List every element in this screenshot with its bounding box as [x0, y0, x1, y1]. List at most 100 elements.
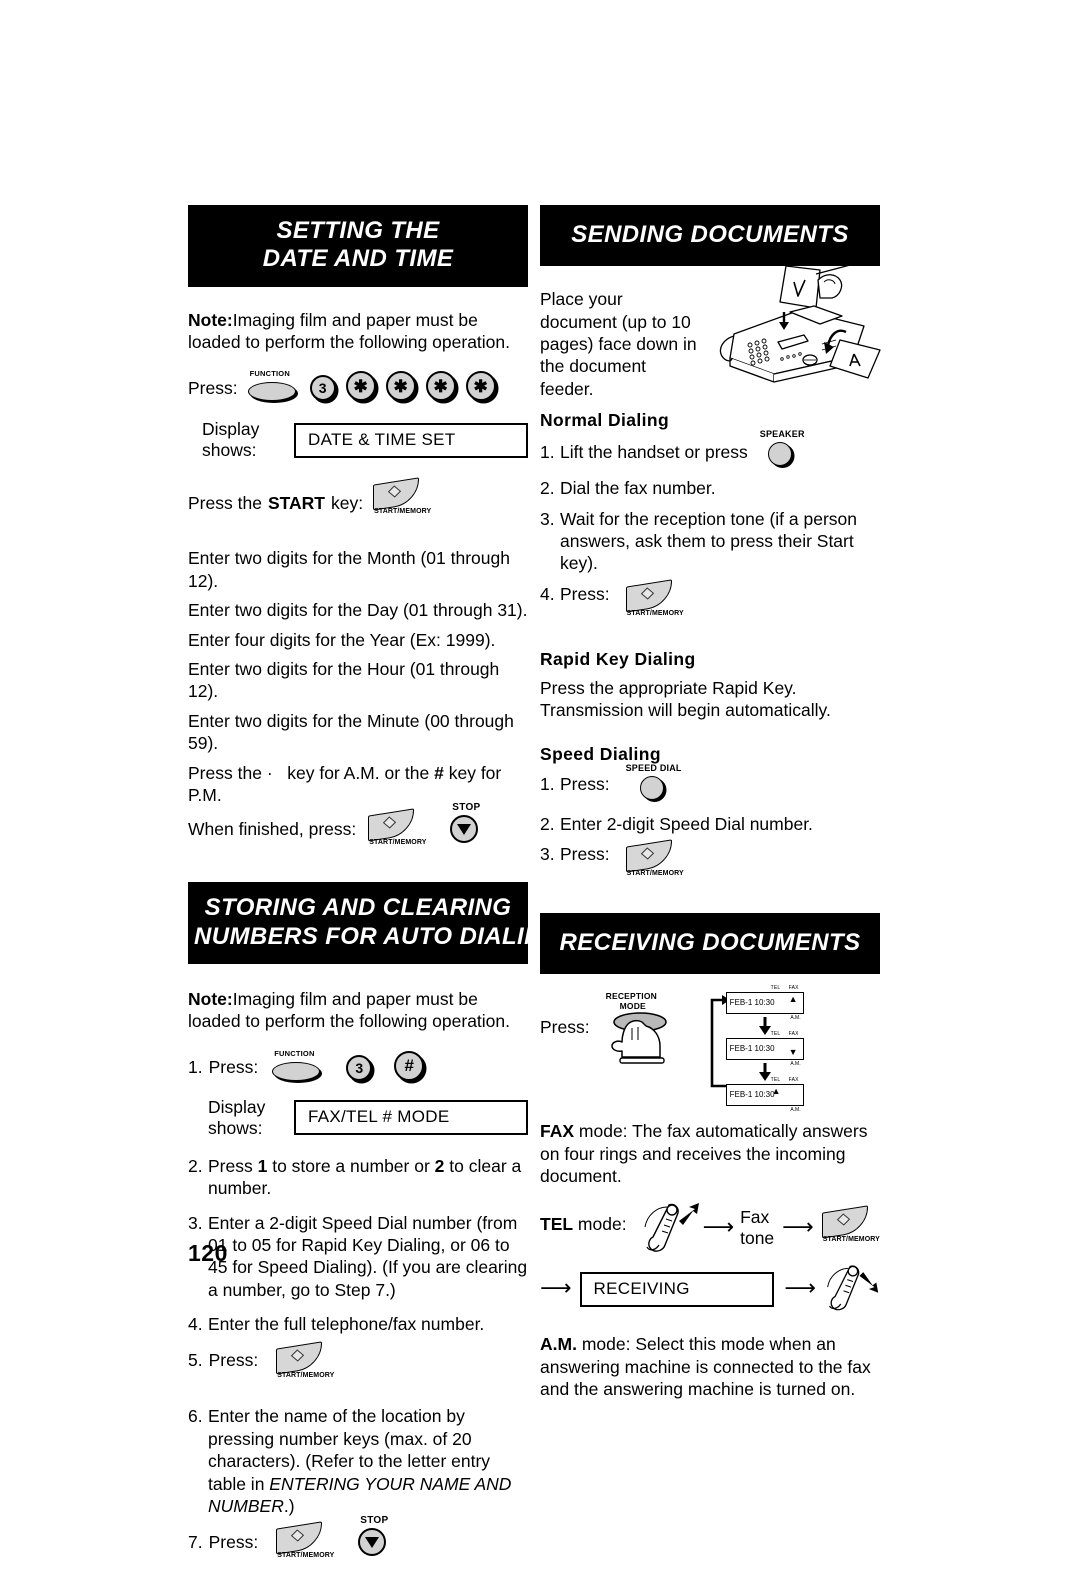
start-memory-key-5[interactable]: START/MEMORY [625, 579, 684, 627]
step-3-label: Press: [560, 844, 610, 864]
lcd-mode-marker-tel: ▲ [771, 1086, 781, 1097]
stop-key-triangle-icon [358, 1528, 387, 1557]
start-memory-key-3[interactable]: START/MEMORY [276, 1341, 334, 1389]
lcd-fax-label: FAX [788, 1077, 799, 1084]
hand-pressing-button-icon [610, 1012, 667, 1065]
speed-dialing-step-2: 2. Enter 2-digit Speed Dial number. [540, 813, 880, 835]
step-2-text: Press 1 to store a number or 2 to clear … [208, 1155, 528, 1200]
left-column: SETTING THE DATE AND TIME Note:Imaging f… [188, 205, 561, 1569]
date-entry-lines: Enter two digits for the Month (01 throu… [188, 547, 528, 806]
start-memory-key-1[interactable]: START/MEMORY [373, 477, 431, 525]
step-6-number: 6. [188, 1406, 203, 1427]
press-start-post: key: [330, 493, 364, 514]
heading-rapid-key-dialing: Rapid Key Dialing [540, 648, 696, 669]
entry-line-minute: Enter two digits for the Minute (00 thro… [188, 710, 514, 754]
lcd-mode-marker-am: ▼ [788, 1047, 798, 1058]
function-key-oval [247, 382, 296, 402]
section-banner-receiving-documents: RECEIVING DOCUMENTS [540, 913, 880, 975]
step-2-part-3: 2 [434, 1155, 445, 1176]
receiving-flow-row: ⟶ RECEIVING ⟶ [540, 1261, 880, 1317]
lcd-text: FEB-1 10:30 [729, 1044, 775, 1054]
am-pm-dot-icon: · [266, 762, 273, 783]
stop-key-caption: STOP [452, 802, 481, 814]
am-mode-text: mode: Select this mode when an answering… [540, 1334, 871, 1400]
stop-key-2[interactable]: STOP [354, 1515, 396, 1559]
display-shows-label: Display shows: [202, 419, 260, 461]
section-banner-sending-documents: SENDING DOCUMENTS [540, 205, 880, 267]
star-key-4[interactable]: ✱ [465, 371, 496, 402]
speaker-key-circle [767, 442, 792, 467]
key-sequence-date-time: FUNCTION 3 ✱ ✱ ✱ ✱ [247, 369, 496, 402]
step-1-label: Press: [208, 1057, 259, 1078]
sending-intro-row: Place your document (up to 10 pages) fac… [540, 263, 881, 400]
step-4-number: 4. [188, 1314, 203, 1335]
when-finished-label: When finished, press: [188, 819, 357, 840]
storing-step-6: 6. Enter the name of the location by pre… [188, 1405, 528, 1517]
step-7-number: 7. [188, 1532, 203, 1553]
press-start-pre: Press the [188, 493, 262, 514]
page-number: 120 [188, 1240, 228, 1266]
hash-key[interactable]: # [394, 1050, 425, 1081]
normal-dialing-step-3: 3. Wait for the reception tone (if a per… [540, 508, 880, 575]
section-banner-setting-date-time: SETTING THE DATE AND TIME [188, 205, 528, 287]
step-1-number: 1. [188, 1057, 203, 1078]
storing-step-3: 3. Enter a 2-digit Speed Dial number (fr… [188, 1212, 528, 1302]
lcd-am-label: A.M. [790, 1061, 801, 1068]
lcd-panel-am-mode: TEL FAX FEB-1 10:30 ▼ A.M. [725, 1031, 804, 1067]
arrow-to-hang-up-icon: ⟶ [784, 1276, 816, 1302]
fax-tone-line-2: tone [740, 1228, 775, 1249]
lcd-am-label: A.M. [790, 1015, 801, 1022]
note-text: Imaging film and paper must be loaded to… [188, 988, 511, 1032]
step-2-part-2: to store a number or [267, 1155, 435, 1176]
fax-tone-line-1: Fax [740, 1207, 770, 1228]
start-memory-key-2[interactable]: START/MEMORY [368, 808, 426, 856]
star-key-1[interactable]: ✱ [345, 371, 376, 402]
start-memory-key-7[interactable]: START/MEMORY [821, 1205, 880, 1253]
lcd-panel-tel-mode: TEL FAX FEB-1 10:30 ▲ A.M. [725, 1077, 804, 1113]
speaker-key[interactable]: SPEAKER [760, 429, 824, 469]
am-pm-part-a: Press the [188, 762, 262, 783]
star-key-3[interactable]: ✱ [425, 371, 456, 402]
step-4-text: Enter the full telephone/fax number. [208, 1314, 485, 1335]
start-memory-key-6[interactable]: START/MEMORY [625, 839, 684, 887]
digit-3-key[interactable]: 3 [346, 1054, 373, 1081]
entry-line-hour: Enter two digits for the Hour (01 throug… [188, 658, 500, 702]
reception-mode-key[interactable]: RECEPTION MODE [598, 991, 690, 1070]
digit-3-key[interactable]: 3 [309, 375, 336, 402]
start-memory-key-4[interactable]: START/MEMORY [276, 1521, 334, 1569]
storing-step-7: 7. Press: START/MEMORY STOP [188, 1515, 528, 1569]
step-3-number: 3. [540, 844, 555, 864]
step-2-part-0: Press [208, 1155, 258, 1176]
banner-line-1: STORING AND CLEARING [204, 894, 512, 922]
step-1-label: Press: [560, 773, 610, 794]
step-2-number: 2. [540, 813, 555, 834]
reception-caption-line-2: MODE [619, 1001, 646, 1012]
function-key[interactable]: FUNCTION [272, 1049, 324, 1081]
stop-key-1[interactable]: STOP [446, 802, 488, 846]
speed-dialing-step-1: 1. Press: SPEED DIAL [540, 763, 880, 803]
manual-page: SETTING THE DATE AND TIME Note:Imaging f… [0, 0, 1080, 1559]
fax-mode-text: mode: The fax automatically answers on f… [540, 1121, 868, 1187]
section-banner-storing-clearing: STORING AND CLEARING NUMBERS FOR AUTO DI… [188, 882, 561, 964]
banner-text: SENDING DOCUMENTS [571, 221, 849, 248]
handset-hang-up-icon [827, 1265, 879, 1311]
function-key[interactable]: FUNCTION [247, 369, 300, 402]
reception-caption-line-1: RECEPTION [605, 991, 657, 1002]
stop-key-triangle-icon [450, 815, 479, 844]
star-key-2[interactable]: ✱ [385, 371, 416, 402]
step-6-text: Enter the name of the location by pressi… [208, 1405, 528, 1517]
handset-lifted-icon [644, 1203, 699, 1253]
display-shows-label: Display shows: [208, 1096, 266, 1138]
lcd-tel-label: TEL [770, 1031, 781, 1038]
fax-mode-label: FAX [540, 1121, 575, 1142]
start-key-caption: START/MEMORY [626, 609, 684, 617]
speed-dial-key[interactable]: SPEED DIAL [626, 763, 690, 803]
lcd-text: FEB-1 10:30 [729, 998, 775, 1008]
fax-machine-loading-illustration [704, 262, 884, 392]
tel-mode-label: TEL [540, 1214, 574, 1235]
when-finished-row: When finished, press: START/MEMORY STOP [188, 802, 528, 856]
function-key-label: FUNCTION [274, 1048, 315, 1058]
heading-speed-dialing: Speed Dialing [540, 743, 661, 764]
am-pm-hash: # [434, 762, 444, 783]
step-2-part-1: 1 [257, 1155, 268, 1176]
